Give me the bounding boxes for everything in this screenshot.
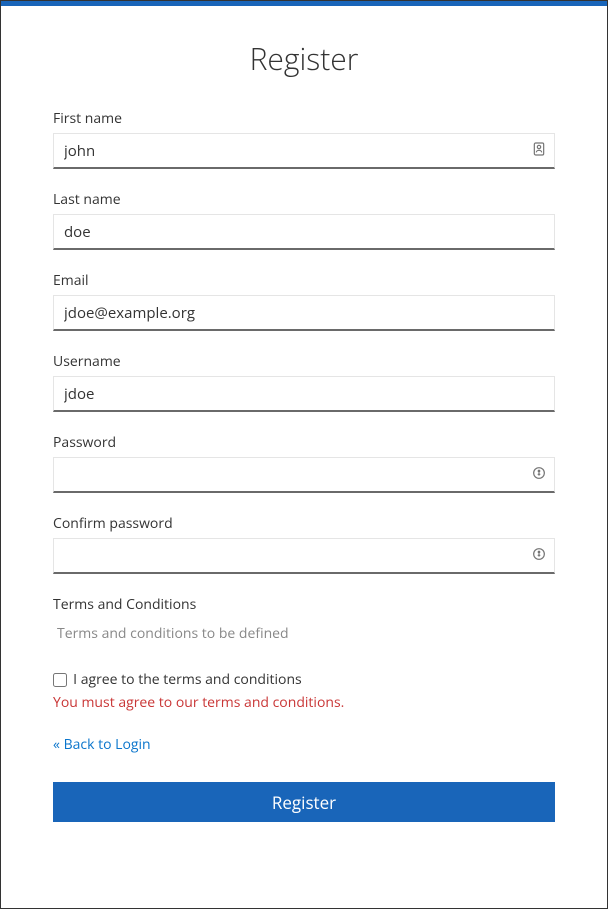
agree-row: I agree to the terms and conditions	[53, 667, 555, 689]
back-to-login-link[interactable]: « Back to Login	[53, 735, 151, 754]
email-group: Email	[53, 271, 555, 331]
first-name-input-wrapper	[53, 133, 555, 169]
terms-heading: Terms and Conditions	[53, 595, 555, 614]
username-group: Username	[53, 352, 555, 412]
password-input[interactable]	[53, 457, 555, 493]
password-input-wrapper	[53, 457, 555, 493]
email-label: Email	[53, 271, 555, 290]
register-button[interactable]: Register	[53, 782, 555, 822]
agree-label[interactable]: I agree to the terms and conditions	[73, 670, 302, 689]
last-name-label: Last name	[53, 190, 555, 209]
confirm-password-input-wrapper	[53, 538, 555, 574]
first-name-input[interactable]	[53, 133, 555, 169]
register-form-container: Register First name Last name Email User…	[1, 6, 607, 846]
first-name-label: First name	[53, 109, 555, 128]
last-name-group: Last name	[53, 190, 555, 250]
confirm-password-input[interactable]	[53, 538, 555, 574]
confirm-password-group: Confirm password	[53, 514, 555, 574]
agree-checkbox[interactable]	[53, 673, 67, 687]
username-label: Username	[53, 352, 555, 371]
terms-block: Terms and Conditions Terms and condition…	[53, 595, 555, 643]
username-input[interactable]	[53, 376, 555, 412]
terms-text: Terms and conditions to be defined	[53, 624, 555, 643]
last-name-input[interactable]	[53, 214, 555, 250]
terms-error-message: You must agree to our terms and conditio…	[53, 693, 555, 712]
password-label: Password	[53, 433, 555, 452]
email-input[interactable]	[53, 295, 555, 331]
password-group: Password	[53, 433, 555, 493]
first-name-group: First name	[53, 109, 555, 169]
page-title: Register	[53, 38, 555, 79]
confirm-password-label: Confirm password	[53, 514, 555, 533]
